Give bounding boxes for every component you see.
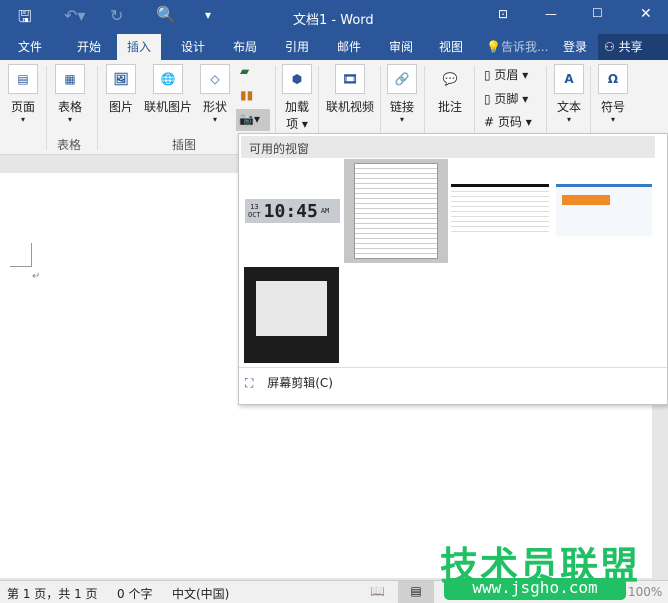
tab-layout[interactable]: 布局 bbox=[233, 38, 257, 55]
save-icon[interactable]: 🖫 bbox=[18, 6, 32, 33]
shapes-icon: ◇ bbox=[200, 64, 230, 94]
tab-design[interactable]: 设计 bbox=[181, 38, 205, 55]
ribbon-tabs: 文件 开始 插入 设计 布局 引用 邮件 审阅 视图 💡告诉我... 登录 ⚇ … bbox=[0, 34, 668, 60]
table-icon: ▦ bbox=[55, 64, 85, 94]
title-bar: 🖫 ↶▾ ↻ 🔍 ▾ 文档1 - Word ⊡ — ☐ ✕ bbox=[0, 0, 668, 34]
online-picture-icon: 🌐 bbox=[153, 64, 183, 94]
window-thumbnail-explorer[interactable] bbox=[451, 184, 549, 236]
online-video-label: 联机视频 bbox=[325, 100, 374, 114]
sign-in-link[interactable]: 登录 bbox=[563, 38, 587, 55]
person-icon: ⚇ bbox=[604, 40, 615, 54]
online-video-button[interactable]: 🎞 联机视频 bbox=[322, 60, 378, 115]
shapes-label: 形状 bbox=[202, 100, 227, 114]
window-thumbnail-installer[interactable] bbox=[244, 267, 339, 363]
video-icon: 🎞 bbox=[335, 64, 365, 94]
clock-time: 10:45 bbox=[263, 200, 318, 222]
text-button[interactable]: A 文本 ▾ bbox=[552, 60, 586, 124]
clock-ampm: AM bbox=[320, 207, 330, 215]
links-label: 链接 bbox=[389, 100, 414, 114]
tell-me-label: 告诉我... bbox=[500, 40, 549, 54]
screenshot-button[interactable]: 📷▾ bbox=[236, 109, 270, 131]
picture-icon: 🖼 bbox=[106, 64, 136, 94]
redo-icon[interactable]: ↻ bbox=[110, 6, 123, 25]
margin-corner bbox=[10, 243, 32, 267]
clock-date: 13 bbox=[250, 203, 259, 211]
lightbulb-icon: 💡 bbox=[486, 40, 501, 54]
links-button[interactable]: 🔗 链接 ▾ bbox=[386, 60, 418, 124]
online-pictures-label: 联机图片 bbox=[143, 100, 192, 114]
chart-icon[interactable]: ▮▮ bbox=[240, 88, 253, 102]
add-ins-label-2: 项 bbox=[286, 117, 299, 131]
ribbon-display-icon[interactable]: ⊡ bbox=[498, 7, 508, 21]
pages-button[interactable]: ▤ 页面 ▾ bbox=[5, 60, 41, 124]
tab-view[interactable]: 视图 bbox=[439, 38, 463, 55]
header-button[interactable]: ▯ 页眉 ▾ bbox=[484, 66, 528, 83]
smartart-icon[interactable]: ▰ bbox=[240, 64, 249, 78]
table-button[interactable]: ▦ 表格 ▾ bbox=[50, 60, 90, 124]
page-count[interactable]: 第 1 页，共 1 页 bbox=[7, 585, 98, 602]
pages-label: 页面 bbox=[10, 100, 35, 114]
share-label: 共享 bbox=[618, 40, 643, 54]
window-thumbnail-document[interactable] bbox=[344, 159, 448, 263]
close-button[interactable]: ✕ bbox=[640, 6, 652, 22]
undo-icon[interactable]: ↶▾ bbox=[64, 6, 85, 25]
tab-home[interactable]: 开始 bbox=[77, 38, 101, 55]
minimize-button[interactable]: — bbox=[545, 7, 557, 21]
footer-label: 页脚 bbox=[494, 92, 519, 106]
print-layout-icon[interactable]: ▤ bbox=[398, 581, 434, 603]
online-pictures-button[interactable]: 🌐 联机图片 bbox=[142, 60, 194, 115]
tell-me-input[interactable]: 💡告诉我... bbox=[486, 38, 548, 55]
table-label: 表格 bbox=[57, 100, 82, 114]
watermark-url: www.jsgho.com bbox=[444, 578, 626, 600]
pictures-label: 图片 bbox=[108, 100, 133, 114]
window-thumbnail-clock[interactable]: 13 OCT 10:45 AM bbox=[245, 199, 340, 223]
header-label: 页眉 bbox=[494, 68, 519, 82]
add-ins-button[interactable]: ⬢ 加载项 ▾ bbox=[280, 60, 314, 132]
comment-label: 批注 bbox=[437, 100, 462, 114]
maximize-button[interactable]: ☐ bbox=[592, 6, 603, 20]
group-label-illustrations: 插图 bbox=[172, 138, 197, 152]
available-windows-heading: 可用的视窗 bbox=[241, 136, 655, 158]
screenshot-dropdown: 可用的视窗 13 OCT 10:45 AM ⛶ 屏幕剪辑(C) bbox=[238, 133, 668, 405]
word-count[interactable]: 0 个字 bbox=[117, 585, 152, 602]
text-box-icon: A bbox=[554, 64, 584, 94]
page-number-label: 页码 bbox=[497, 115, 522, 129]
add-ins-label: 加载 bbox=[284, 100, 309, 114]
group-label-tables: 表格 bbox=[57, 138, 82, 152]
paragraph-mark: ↵ bbox=[32, 271, 41, 282]
symbols-button[interactable]: Ω 符号 ▾ bbox=[596, 60, 630, 124]
link-icon: 🔗 bbox=[387, 64, 417, 94]
tab-file[interactable]: 文件 bbox=[18, 38, 42, 55]
tab-mailings[interactable]: 邮件 bbox=[337, 38, 361, 55]
text-label: 文本 bbox=[556, 100, 581, 114]
page-number-button[interactable]: # 页码 ▾ bbox=[484, 113, 532, 130]
window-title: 文档1 - Word bbox=[293, 13, 374, 28]
clock-month: OCT bbox=[248, 211, 261, 219]
tab-review[interactable]: 审阅 bbox=[389, 38, 413, 55]
screen-clipping-icon: ⛶ bbox=[245, 376, 254, 390]
omega-icon: Ω bbox=[598, 64, 628, 94]
share-button[interactable]: ⚇ 共享 bbox=[598, 34, 668, 60]
footer-button[interactable]: ▯ 页脚 ▾ bbox=[484, 90, 528, 107]
screen-clipping-item[interactable]: ⛶ 屏幕剪辑(C) bbox=[245, 374, 545, 394]
tab-insert[interactable]: 插入 bbox=[117, 34, 162, 60]
comment-icon: 💬 bbox=[442, 72, 458, 86]
print-preview-icon[interactable]: 🔍 bbox=[156, 5, 176, 24]
tab-references[interactable]: 引用 bbox=[285, 38, 309, 55]
pictures-button[interactable]: 🖼 图片 bbox=[104, 60, 138, 115]
symbols-label: 符号 bbox=[600, 100, 625, 114]
read-mode-icon[interactable]: 📖 bbox=[370, 584, 385, 598]
comment-button[interactable]: 💬 批注 bbox=[432, 60, 468, 115]
language[interactable]: 中文(中国) bbox=[172, 585, 229, 602]
customize-qat-icon[interactable]: ▾ bbox=[205, 8, 211, 22]
shapes-button[interactable]: ◇ 形状 ▾ bbox=[198, 60, 232, 124]
page-icon: ▤ bbox=[8, 64, 38, 94]
window-thumbnail-browser[interactable] bbox=[556, 184, 652, 236]
screen-clipping-label: 屏幕剪辑(C) bbox=[267, 376, 333, 390]
store-icon: ⬢ bbox=[282, 64, 312, 94]
